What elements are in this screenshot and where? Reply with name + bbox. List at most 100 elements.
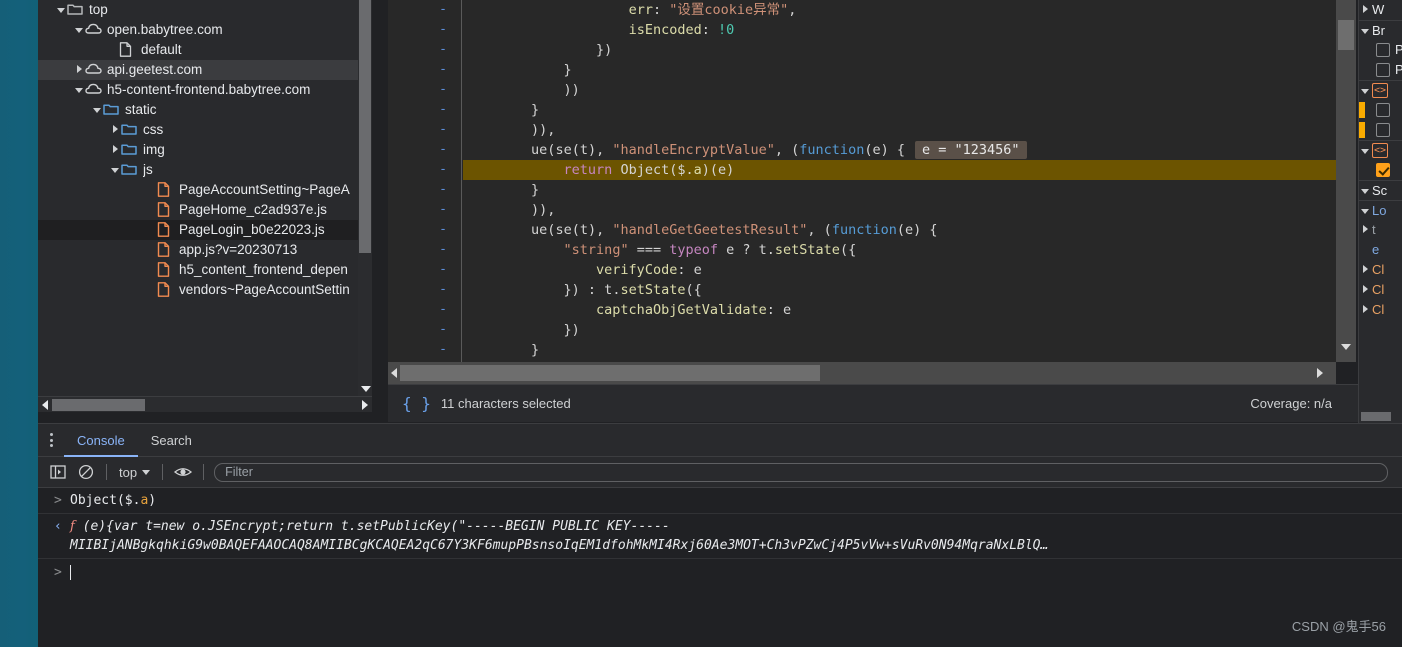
sidebar-row[interactable]: Pa xyxy=(1359,40,1402,60)
gutter-line-marker[interactable]: - xyxy=(388,140,461,160)
twisty-right-icon[interactable] xyxy=(1359,280,1372,300)
tree-row[interactable]: default xyxy=(38,40,372,60)
breakpoint-checkbox[interactable] xyxy=(1376,103,1390,117)
code-line[interactable]: ue(se(t), "handleEncryptValue", (functio… xyxy=(463,140,1346,160)
editor-scroll-down-arrow-icon[interactable] xyxy=(1336,340,1356,354)
twisty-right-icon[interactable] xyxy=(1359,220,1372,240)
code-line[interactable]: "string" === typeof e ? t.setState({ xyxy=(463,240,1346,260)
tree-row[interactable]: vendors~PageAccountSettin xyxy=(38,280,372,300)
gutter-line-marker[interactable]: - xyxy=(388,240,461,260)
navigator-horizontal-scrollbar[interactable] xyxy=(38,396,372,412)
sidebar-row[interactable]: W xyxy=(1359,0,1402,20)
twisty-down-icon[interactable] xyxy=(1359,21,1372,40)
tree-row[interactable]: top xyxy=(38,0,372,20)
code-line[interactable]: err: "设置cookie异常", xyxy=(463,0,1346,20)
code-line[interactable]: captchaObjGetValidate: e xyxy=(463,300,1346,320)
pretty-print-icon[interactable]: { } xyxy=(402,394,431,413)
editor-horizontal-scroll-thumb[interactable] xyxy=(400,365,820,381)
code-line[interactable]: } xyxy=(463,180,1346,200)
gutter-line-marker[interactable]: - xyxy=(388,220,461,240)
sidebar-horizontal-scrollbar[interactable] xyxy=(1359,410,1402,423)
gutter-line-marker[interactable]: - xyxy=(388,280,461,300)
code-line[interactable]: }) xyxy=(463,40,1346,60)
twisty-down-icon[interactable] xyxy=(56,0,67,20)
twisty-down-icon[interactable] xyxy=(1359,181,1372,200)
console-input-message[interactable]: > Object($.a) xyxy=(38,488,1402,514)
console-sidebar-icon[interactable] xyxy=(44,459,72,485)
tab-search[interactable]: Search xyxy=(138,424,205,457)
twisty-down-icon[interactable] xyxy=(1359,81,1372,100)
sidebar-row[interactable]: <> xyxy=(1359,140,1402,160)
tree-row[interactable]: h5_content_frontend_depen xyxy=(38,260,372,280)
code-line[interactable]: verifyCode: e xyxy=(463,260,1346,280)
sidebar-horizontal-scroll-thumb[interactable] xyxy=(1361,412,1391,421)
navigator-vertical-scroll-thumb[interactable] xyxy=(359,0,371,253)
code-line[interactable]: }) xyxy=(463,320,1346,340)
sidebar-row[interactable]: Lo xyxy=(1359,200,1402,220)
editor-scroll-left-arrow-icon[interactable] xyxy=(388,362,400,384)
sidebar-row[interactable]: e xyxy=(1359,240,1402,260)
gutter-line-marker[interactable]: - xyxy=(388,100,461,120)
sidebar-row[interactable]: Cl xyxy=(1359,260,1402,280)
console-filter-input[interactable] xyxy=(214,462,1388,482)
sidebar-row[interactable]: Cl xyxy=(1359,300,1402,320)
code-line-highlighted[interactable]: return Object($.a)(e) xyxy=(463,160,1346,180)
code-line[interactable]: }) : t.setState({ xyxy=(463,280,1346,300)
clear-console-icon[interactable] xyxy=(72,459,100,485)
sidebar-row[interactable]: Cl xyxy=(1359,280,1402,300)
sidebar-row[interactable]: t xyxy=(1359,220,1402,240)
tree-row[interactable]: PageAccountSetting~PageA xyxy=(38,180,372,200)
sidebar-row[interactable] xyxy=(1359,100,1402,120)
file-navigator-panel[interactable]: top open.babytree.com default api.geetest.c… xyxy=(38,0,372,412)
debugger-sidebar-panel[interactable]: W Br PaPa <> <> Sc Lo te Cl Cl Cl xyxy=(1358,0,1402,423)
twisty-right-icon[interactable] xyxy=(1359,0,1372,20)
code-line[interactable]: } xyxy=(463,340,1346,360)
tree-row[interactable]: static xyxy=(38,100,372,120)
twisty-down-icon[interactable] xyxy=(74,20,85,40)
sidebar-row[interactable] xyxy=(1359,160,1402,180)
scroll-left-arrow-icon[interactable] xyxy=(38,397,52,412)
gutter-line-marker[interactable]: - xyxy=(388,60,461,80)
console-output-area[interactable]: > Object($.a) ‹ f (e){var t=new o.JSEncr… xyxy=(38,488,1402,647)
tree-row[interactable]: open.babytree.com xyxy=(38,20,372,40)
twisty-down-icon[interactable] xyxy=(1359,201,1372,220)
code-line[interactable]: } xyxy=(463,60,1346,80)
twisty-right-icon[interactable] xyxy=(1359,260,1372,280)
code-line[interactable]: } xyxy=(463,100,1346,120)
kebab-menu-icon[interactable] xyxy=(38,424,64,457)
navigator-vertical-scrollbar[interactable] xyxy=(358,0,372,396)
sidebar-row[interactable]: <> xyxy=(1359,80,1402,100)
twisty-right-icon[interactable] xyxy=(1359,300,1372,320)
tree-row[interactable]: css xyxy=(38,120,372,140)
gutter-line-marker[interactable]: - xyxy=(388,120,461,140)
breakpoint-checkbox[interactable] xyxy=(1376,43,1390,57)
gutter-line-marker[interactable]: - xyxy=(388,160,461,180)
code-line[interactable]: )), xyxy=(463,200,1346,220)
editor-vertical-scrollbar[interactable] xyxy=(1336,0,1356,362)
tree-row[interactable]: img xyxy=(38,140,372,160)
console-output-message[interactable]: ‹ f (e){var t=new o.JSEncrypt;return t.s… xyxy=(38,514,1402,559)
gutter-line-marker[interactable]: - xyxy=(388,340,461,360)
source-code-editor[interactable]: ------------------ err: "设置cookie异常", is… xyxy=(388,0,1346,362)
gutter-line-marker[interactable]: - xyxy=(388,300,461,320)
sidebar-row[interactable] xyxy=(1359,120,1402,140)
navigator-horizontal-scroll-thumb[interactable] xyxy=(52,399,145,411)
scroll-down-arrow-icon[interactable] xyxy=(358,381,372,396)
gutter-line-marker[interactable]: - xyxy=(388,40,461,60)
code-line[interactable]: isEncoded: !0 xyxy=(463,20,1346,40)
gutter-line-marker[interactable]: - xyxy=(388,260,461,280)
gutter-line-marker[interactable]: - xyxy=(388,200,461,220)
console-prompt-row[interactable]: > xyxy=(38,559,1402,585)
sidebar-row[interactable]: Pa xyxy=(1359,60,1402,80)
twisty-down-icon[interactable] xyxy=(92,100,103,120)
twisty-down-icon[interactable] xyxy=(1359,141,1372,160)
tree-row[interactable]: PageLogin_b0e22023.js xyxy=(38,220,372,240)
code-content[interactable]: err: "设置cookie异常", isEncoded: !0 }) } ))… xyxy=(463,0,1346,362)
tree-row[interactable]: h5-content-frontend.babytree.com xyxy=(38,80,372,100)
sidebar-row[interactable]: Sc xyxy=(1359,180,1402,200)
code-line[interactable]: )), xyxy=(463,120,1346,140)
debugger-sidebar-rows[interactable]: W Br PaPa <> <> Sc Lo te Cl Cl Cl xyxy=(1359,0,1402,320)
tree-row[interactable]: app.js?v=20230713 xyxy=(38,240,372,260)
sidebar-row[interactable]: Br xyxy=(1359,20,1402,40)
gutter-line-marker[interactable]: - xyxy=(388,20,461,40)
